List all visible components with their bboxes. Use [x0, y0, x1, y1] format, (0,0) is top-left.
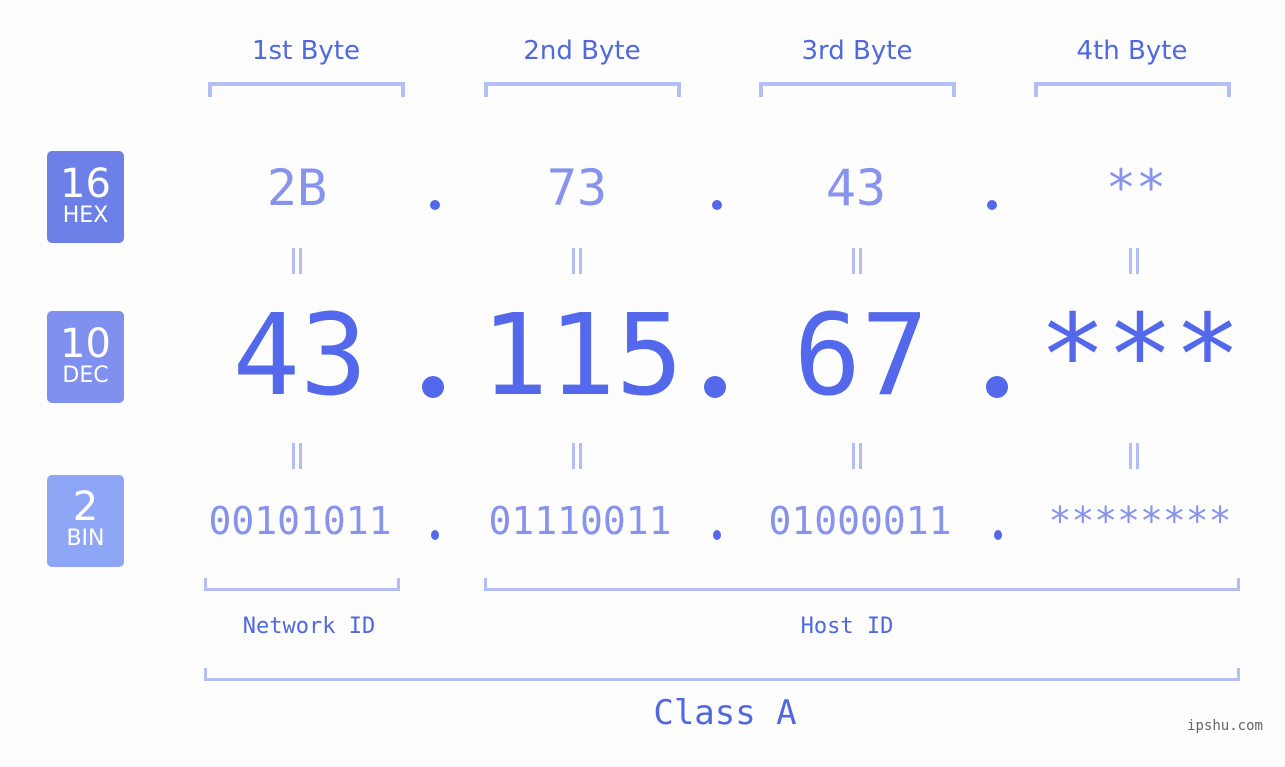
byte-bracket-1	[208, 82, 405, 97]
equals-marker	[572, 443, 582, 469]
equals-marker	[292, 443, 302, 469]
bin-byte-3: 01000011	[768, 499, 952, 543]
host-id-label: Host ID	[800, 614, 894, 639]
bin-badge: 2 BIN	[47, 475, 124, 567]
bin-byte-4: ********	[1048, 499, 1232, 543]
dec-byte-2: 115	[480, 291, 684, 421]
dec-byte-4: ***	[1038, 291, 1242, 421]
bin-byte-2: 01110011	[488, 499, 672, 543]
network-id-bracket	[204, 578, 400, 591]
byte-header-2: 2nd Byte	[523, 36, 641, 66]
dec-base-label: DEC	[62, 363, 109, 388]
hex-badge: 16 HEX	[47, 151, 124, 243]
byte-header-4: 4th Byte	[1076, 36, 1188, 66]
bin-base-number: 2	[72, 484, 99, 530]
byte-header-3: 3rd Byte	[801, 36, 913, 66]
bin-separator-dot	[994, 530, 1002, 540]
equals-marker	[1129, 443, 1139, 469]
hex-byte-1: 2B	[266, 159, 328, 217]
hex-byte-4: **	[1105, 159, 1167, 217]
class-bracket	[204, 668, 1240, 681]
dec-separator-dot	[704, 376, 726, 398]
dec-separator-dot	[986, 376, 1008, 398]
equals-marker	[852, 443, 862, 469]
watermark: ipshu.com	[1187, 718, 1263, 734]
hex-byte-2: 73	[546, 159, 608, 217]
dec-base-number: 10	[60, 321, 111, 367]
bin-base-label: BIN	[66, 526, 105, 551]
equals-marker	[572, 248, 582, 274]
dec-byte-3: 67	[793, 291, 929, 421]
hex-separator-dot	[987, 200, 997, 210]
hex-base-label: HEX	[62, 203, 109, 228]
bin-separator-dot	[713, 530, 721, 540]
class-label: Class A	[653, 693, 797, 733]
bin-byte-1: 00101011	[208, 499, 392, 543]
equals-marker	[292, 248, 302, 274]
bin-separator-dot	[431, 530, 439, 540]
dec-separator-dot	[422, 376, 444, 398]
hex-byte-3: 43	[825, 159, 887, 217]
hex-base-number: 16	[60, 161, 111, 207]
equals-marker	[852, 248, 862, 274]
byte-bracket-3	[759, 82, 956, 97]
byte-bracket-2	[484, 82, 681, 97]
byte-bracket-4	[1034, 82, 1231, 97]
hex-separator-dot	[430, 200, 440, 210]
hex-separator-dot	[712, 200, 722, 210]
host-id-bracket	[484, 578, 1240, 591]
byte-header-1: 1st Byte	[252, 36, 360, 66]
equals-marker	[1129, 248, 1139, 274]
network-id-label: Network ID	[242, 614, 376, 639]
dec-byte-1: 43	[232, 291, 368, 421]
dec-badge: 10 DEC	[47, 311, 124, 403]
